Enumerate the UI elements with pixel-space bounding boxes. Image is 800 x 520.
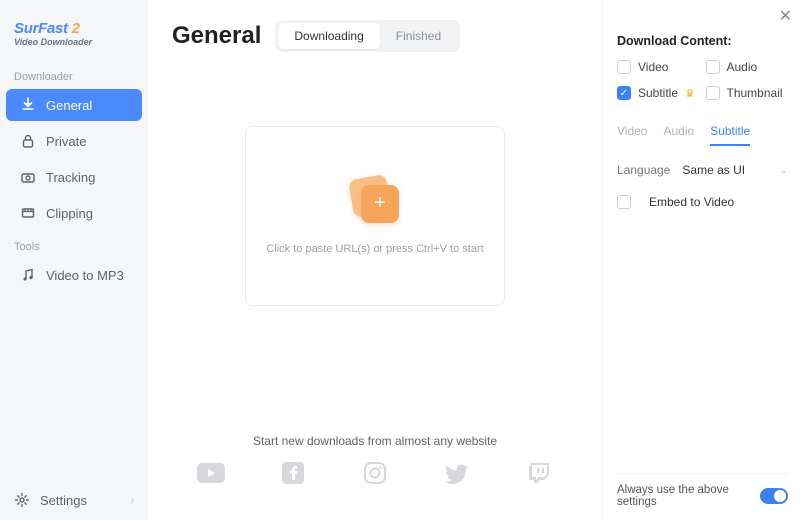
- sidebar-item-clipping[interactable]: Clipping: [6, 197, 142, 229]
- close-icon[interactable]: ✕: [779, 6, 792, 26]
- tab-finished[interactable]: Finished: [380, 23, 457, 49]
- twitch-icon[interactable]: [525, 462, 553, 484]
- gear-icon: [14, 492, 30, 508]
- sidebar-item-label: Private: [46, 134, 86, 149]
- sidebar-item-video-to-mp3[interactable]: Video to MP3: [6, 259, 142, 291]
- language-value: Same as UI: [682, 163, 745, 177]
- content-subtabs: Video Audio Subtitle: [617, 124, 788, 147]
- chevron-down-icon: ⌄: [780, 165, 788, 176]
- lock-icon: [20, 133, 36, 149]
- url-dropzone[interactable]: + Click to paste URL(s) or press Ctrl+V …: [245, 126, 505, 306]
- sidebar-item-label: Tracking: [46, 170, 95, 185]
- checkbox-icon[interactable]: [706, 60, 720, 74]
- app-logo: SurFast 2 Video Downloader: [0, 14, 148, 61]
- add-icon: +: [349, 175, 401, 227]
- checkbox-icon[interactable]: [706, 86, 720, 100]
- embed-option[interactable]: Embed to Video: [617, 195, 788, 209]
- checkbox-icon[interactable]: ✓: [617, 86, 631, 100]
- download-content-panel: ✕ Download Content: Video Audio ✓ Subtit…: [602, 0, 800, 520]
- sidebar-item-label: Clipping: [46, 206, 93, 221]
- option-thumbnail[interactable]: Thumbnail: [706, 86, 789, 100]
- language-select[interactable]: Same as UI ⌄: [682, 163, 788, 177]
- option-subtitle[interactable]: ✓ Subtitle ♛: [617, 86, 700, 100]
- site-caption: Start new downloads from almost any webs…: [172, 434, 578, 448]
- logo-version: 2: [72, 20, 80, 37]
- music-icon: [20, 267, 36, 283]
- logo-subtitle: Video Downloader: [14, 37, 134, 47]
- chevron-right-icon: ›: [131, 495, 134, 506]
- download-icon: [20, 97, 36, 113]
- sidebar-item-general[interactable]: General: [6, 89, 142, 121]
- sidebar-settings[interactable]: Settings ›: [0, 480, 148, 520]
- camera-icon: [20, 169, 36, 185]
- sidebar-section-downloader: Downloader: [0, 61, 148, 87]
- subtab-video[interactable]: Video: [617, 124, 647, 146]
- dropzone-hint: Click to paste URL(s) or press Ctrl+V to…: [266, 241, 483, 258]
- option-audio[interactable]: Audio: [706, 60, 789, 74]
- option-label: Subtitle: [638, 86, 678, 100]
- panel-title: Download Content:: [617, 34, 788, 48]
- subtab-audio[interactable]: Audio: [663, 124, 694, 146]
- youtube-icon[interactable]: [197, 462, 225, 484]
- facebook-icon[interactable]: [279, 462, 307, 484]
- film-icon: [20, 205, 36, 221]
- option-label: Video: [638, 60, 668, 74]
- option-video[interactable]: Video: [617, 60, 700, 74]
- sidebar-item-private[interactable]: Private: [6, 125, 142, 157]
- sidebar-item-label: Video to MP3: [46, 268, 124, 283]
- subtab-subtitle[interactable]: Subtitle: [710, 124, 750, 146]
- sidebar: SurFast 2 Video Downloader Downloader Ge…: [0, 0, 148, 520]
- logo-brand: SurFast: [14, 20, 68, 37]
- option-label: Audio: [727, 60, 758, 74]
- tab-downloading[interactable]: Downloading: [278, 23, 379, 49]
- sidebar-item-label: General: [46, 98, 92, 113]
- toggle-knob: [774, 490, 786, 502]
- option-label: Thumbnail: [727, 86, 783, 100]
- checkbox-icon[interactable]: [617, 195, 631, 209]
- always-use-toggle[interactable]: [760, 488, 788, 504]
- twitter-icon[interactable]: [443, 462, 471, 484]
- settings-label: Settings: [40, 493, 87, 508]
- sidebar-section-tools: Tools: [0, 231, 148, 257]
- status-tabs: Downloading Finished: [275, 20, 460, 52]
- embed-label: Embed to Video: [649, 195, 734, 209]
- checkbox-icon[interactable]: [617, 60, 631, 74]
- instagram-icon[interactable]: [361, 462, 389, 484]
- sidebar-item-tracking[interactable]: Tracking: [6, 161, 142, 193]
- crown-icon: ♛: [685, 87, 695, 100]
- footer-label: Always use the above settings: [617, 484, 760, 508]
- page-title: General: [172, 22, 261, 50]
- main-area: General Downloading Finished + Click to …: [148, 0, 602, 520]
- language-label: Language: [617, 163, 670, 177]
